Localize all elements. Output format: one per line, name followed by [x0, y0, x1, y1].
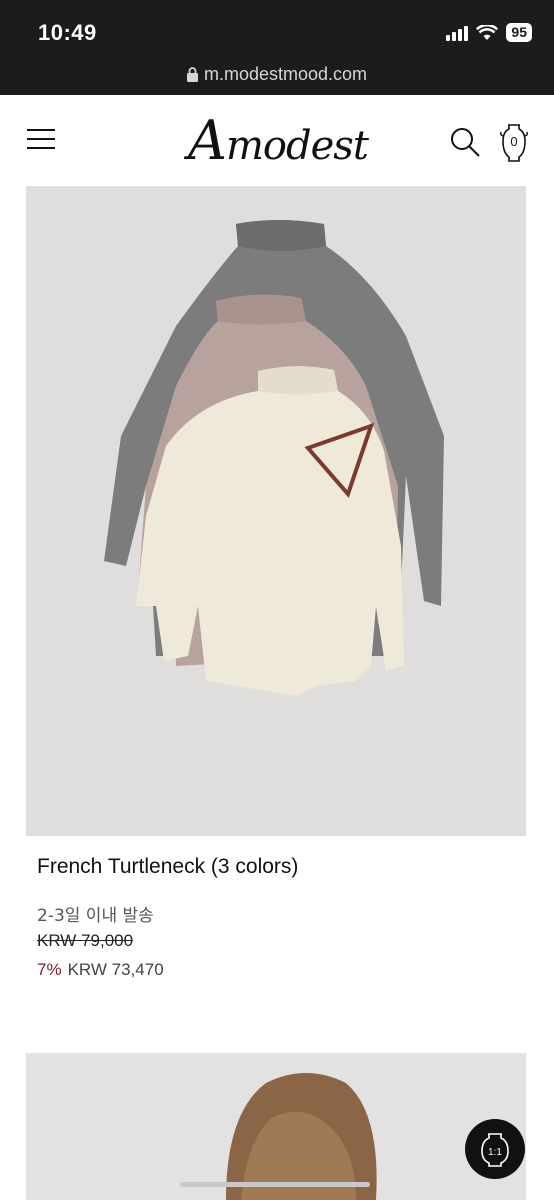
site-logo[interactable]: Amodest [188, 109, 369, 172]
url-bar[interactable]: m.modestmood.com [0, 64, 554, 85]
chat-button[interactable]: 1:1 [465, 1119, 525, 1179]
logo-text: modest [226, 123, 369, 169]
search-icon[interactable] [449, 126, 481, 158]
home-indicator [180, 1182, 370, 1187]
price-row: 7% KRW 73,470 [37, 960, 164, 980]
battery-indicator: 95 [506, 23, 532, 42]
product-image-next[interactable] [26, 1053, 526, 1200]
sale-price: KRW 73,470 [67, 960, 164, 979]
wifi-icon [476, 24, 499, 40]
cart-button[interactable]: 0 [500, 123, 528, 163]
hamburger-menu-icon[interactable] [27, 129, 55, 151]
logo-initial: A [188, 109, 227, 172]
status-time: 10:49 [38, 20, 97, 45]
model-hair-illustration [226, 1073, 377, 1200]
lock-icon [186, 67, 198, 82]
chat-button-label: 1:1 [488, 1147, 502, 1158]
original-price: KRW 79,000 [37, 931, 134, 950]
status-icons: 95 [446, 23, 532, 42]
turtleneck-illustration [104, 220, 444, 696]
vase-chat-icon: 1:1 [481, 1133, 509, 1167]
discount-percent: 7% [37, 960, 62, 979]
url-text: m.modestmood.com [203, 64, 368, 84]
cart-count: 0 [510, 134, 518, 149]
status-bar: 10:49 95 m.modestmood.com [0, 0, 554, 95]
shipping-info: 2-3일 이내 발송 [37, 906, 154, 926]
product-title[interactable]: French Turtleneck (3 colors) [37, 855, 298, 879]
product-image[interactable] [26, 186, 526, 836]
signal-icon [446, 25, 469, 41]
site-header: Amodest 0 [0, 95, 554, 185]
